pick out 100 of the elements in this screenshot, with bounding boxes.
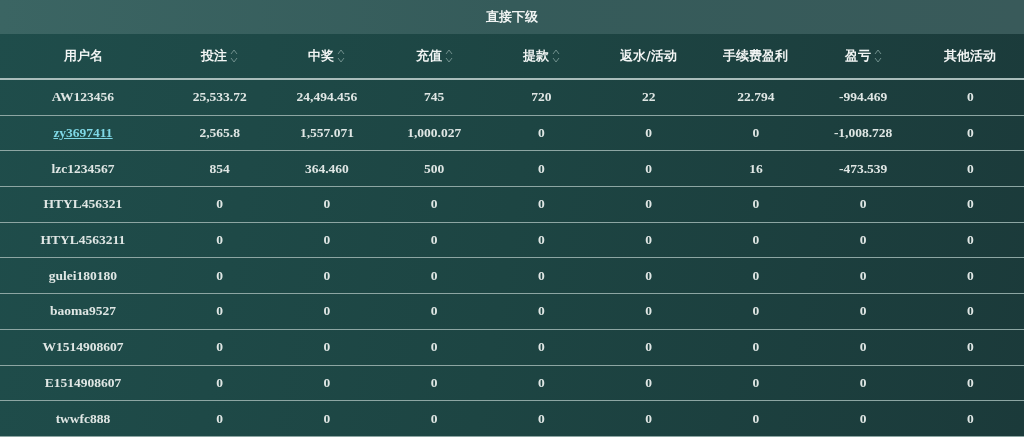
table-cell: 0	[859, 196, 867, 213]
table-cell: 0	[645, 160, 652, 177]
sort-icon[interactable]	[444, 48, 453, 64]
username: AW123456	[51, 89, 115, 106]
table-cell: 0	[752, 303, 760, 320]
table-cell: 720	[531, 89, 552, 106]
username: baoma9527	[50, 303, 116, 320]
column-header[interactable]: 提款	[522, 47, 549, 65]
table-cell: 2,565.8	[199, 125, 240, 142]
table-cell: 0	[967, 374, 974, 391]
table-cell: 0	[645, 267, 652, 284]
table-cell: -473.539	[838, 160, 888, 177]
table-cell: 0	[430, 303, 438, 320]
column-header: 用户名	[63, 47, 103, 65]
table-cell: 0	[645, 125, 652, 142]
table-cell: 0	[967, 160, 974, 177]
table-cell: 0	[430, 339, 438, 356]
sort-icon[interactable]	[230, 48, 239, 64]
username: HTYL4563211	[40, 232, 126, 249]
column-header: 其他活动	[944, 47, 997, 65]
sort-icon[interactable]	[873, 48, 882, 64]
table-cell: 0	[430, 410, 438, 427]
table-cell: 0	[216, 267, 223, 284]
table-cell: 0	[538, 232, 545, 249]
table-cell: 0	[859, 374, 867, 391]
table-cell: 0	[967, 196, 974, 213]
table-cell: 0	[216, 303, 223, 320]
table-cell: 745	[424, 89, 445, 106]
username: gulei180180	[48, 267, 118, 284]
table-cell: 0	[752, 267, 760, 284]
table-cell: 0	[967, 89, 974, 106]
table-cell: 22.794	[737, 89, 775, 106]
table-cell: 0	[430, 196, 438, 213]
table-cell: 16	[749, 160, 763, 177]
table-cell: 0	[645, 339, 652, 356]
panel-title: 直接下级	[486, 8, 538, 26]
table-cell: 0	[645, 410, 652, 427]
column-header[interactable]: 投注	[201, 47, 228, 65]
sort-icon[interactable]	[551, 48, 560, 64]
table-cell: 0	[323, 410, 331, 427]
table-cell: 0	[538, 267, 545, 284]
table-cell: 0	[216, 374, 223, 391]
table-cell: 0	[216, 410, 223, 427]
table-cell: 0	[323, 196, 331, 213]
table-cell: 0	[967, 125, 974, 142]
table-cell: 0	[323, 374, 331, 391]
table-cell: 0	[538, 160, 545, 177]
username: twwfc888	[55, 410, 111, 427]
column-header: 返水/活动	[620, 47, 677, 65]
table-cell: 25,533.72	[192, 89, 247, 106]
table-cell: 0	[752, 374, 760, 391]
table-cell: -994.469	[838, 89, 888, 106]
table-cell: 0	[538, 339, 545, 356]
table-cell: 0	[967, 232, 974, 249]
username: W1514908607	[42, 339, 124, 356]
table-cell: 0	[645, 232, 652, 249]
table-cell: 22	[641, 89, 656, 106]
table-cell: 0	[752, 196, 760, 213]
table-cell: 0	[430, 267, 438, 284]
table-cell: 0	[430, 374, 438, 391]
table-cell: 1,557.071	[299, 125, 354, 142]
table-cell: 0	[538, 125, 545, 142]
table-cell: 24,494.456	[296, 89, 358, 106]
table-cell: 500	[424, 160, 445, 177]
table-cell: 0	[645, 196, 652, 213]
column-header: 手续费盈利	[723, 47, 789, 65]
table-cell: 0	[323, 303, 331, 320]
username: HTYL456321	[43, 196, 123, 213]
username-link[interactable]: zy3697411	[53, 125, 113, 142]
table-cell: 0	[538, 196, 545, 213]
table-cell: 0	[645, 374, 652, 391]
table-cell: 0	[538, 410, 545, 427]
column-header[interactable]: 盈亏	[844, 47, 871, 65]
sort-icon[interactable]	[337, 48, 346, 64]
table-cell: 0	[859, 303, 867, 320]
table-cell: 0	[752, 232, 760, 249]
table-cell: 0	[216, 339, 223, 356]
username: E1514908607	[44, 374, 122, 391]
table-cell: 0	[752, 339, 760, 356]
table-cell: 0	[538, 374, 545, 391]
table-cell: 0	[216, 232, 223, 249]
table-cell: 0	[859, 232, 867, 249]
table-cell: 0	[967, 267, 974, 284]
table-cell: 0	[967, 339, 974, 356]
column-header[interactable]: 中奖	[308, 47, 335, 65]
table-cell: 0	[967, 410, 974, 427]
table-cell: 0	[323, 232, 331, 249]
table-cell: -1,008.728	[833, 125, 893, 142]
table-cell: 0	[645, 303, 652, 320]
table-cell: 0	[859, 267, 867, 284]
table-cell: 0	[859, 339, 867, 356]
table-cell: 0	[323, 339, 331, 356]
username: lzc1234567	[51, 160, 115, 177]
table-cell: 0	[752, 410, 760, 427]
table-cell: 0	[216, 196, 223, 213]
table-cell: 364.460	[304, 160, 349, 177]
table-cell: 0	[967, 303, 974, 320]
table-cell: 0	[430, 232, 438, 249]
table-cell: 0	[859, 410, 867, 427]
column-header[interactable]: 充值	[415, 47, 442, 65]
